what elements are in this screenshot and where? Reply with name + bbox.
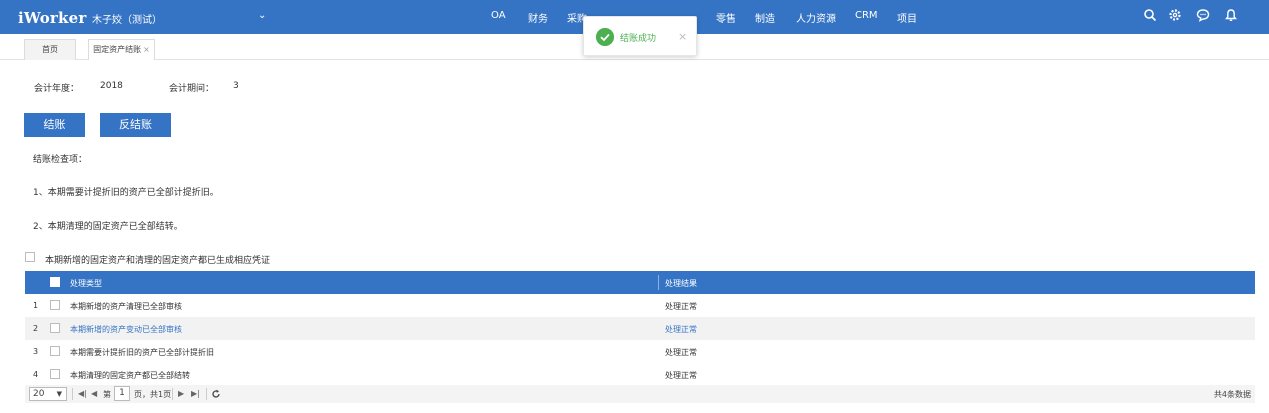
nav-item-oa[interactable]: OA	[491, 10, 506, 21]
success-toast: 结账成功 ×	[583, 16, 697, 56]
table-row[interactable]: 1 本期新增的资产清理已全部审核 处理正常	[25, 294, 1255, 317]
reverse-close-button[interactable]: 反结账	[100, 113, 171, 137]
year-value: 2018	[100, 81, 123, 91]
toast-message: 结账成功	[620, 34, 657, 44]
row-result: 处理正常	[665, 325, 697, 334]
close-account-button[interactable]: 结账	[24, 113, 85, 137]
caret-down-icon: ▼	[56, 390, 62, 398]
row-checkbox[interactable]	[50, 300, 60, 310]
column-divider[interactable]	[658, 275, 659, 290]
next-page-icon[interactable]: ▶	[178, 389, 184, 398]
table-row[interactable]: 3 本期需要计提折旧的资产已全部计提折旧 处理正常	[25, 340, 1255, 363]
check-circle-icon	[596, 28, 614, 46]
row-type: 本期新增的资产变动已全部审核	[70, 325, 182, 334]
year-label: 会计年度：	[34, 84, 80, 94]
toast-close-icon[interactable]: ×	[678, 30, 687, 43]
tab-label: 首页	[42, 45, 58, 54]
tab-close-icon[interactable]: ×	[143, 45, 150, 54]
bell-icon[interactable]	[1224, 8, 1238, 22]
page-size-value: 20	[33, 389, 45, 399]
period-label: 会计期间：	[169, 84, 215, 94]
row-checkbox[interactable]	[50, 369, 60, 379]
page-number-input[interactable]: 1	[114, 386, 130, 401]
row-type: 本期需要计提折旧的资产已全部计提折旧	[70, 348, 214, 357]
pager-separator	[72, 388, 73, 400]
row-result: 处理正常	[665, 371, 697, 380]
row-number: 4	[33, 370, 39, 379]
row-checkbox[interactable]	[50, 323, 60, 333]
pager-separator	[206, 388, 207, 400]
search-icon[interactable]	[1143, 8, 1157, 22]
nav-item-retail[interactable]: 零售	[716, 10, 736, 25]
table-row[interactable]: 2 本期新增的资产变动已全部审核 处理正常	[25, 317, 1255, 340]
pager: 20 ▼ ◀​| ◀ 第 1 页，共1页 ▶ ▶| 共4条数据	[25, 385, 1255, 403]
page-size-select[interactable]: 20 ▼	[29, 387, 67, 401]
row-type: 本期新增的资产清理已全部审核	[70, 302, 182, 311]
row-checkbox[interactable]	[50, 346, 60, 356]
column-header-result[interactable]: 处理结果	[665, 278, 697, 289]
column-header-type[interactable]: 处理类型	[70, 278, 102, 289]
row-number: 1	[33, 301, 39, 310]
prev-page-icon[interactable]: ◀	[91, 389, 97, 398]
period-value: 3	[233, 81, 239, 91]
select-all-checkbox[interactable]	[50, 277, 60, 287]
row-result: 处理正常	[665, 348, 697, 357]
grid-header: 处理类型 处理结果	[25, 271, 1255, 294]
row-result: 处理正常	[665, 302, 697, 311]
nav-item-finance[interactable]: 财务	[528, 10, 548, 25]
first-page-icon[interactable]: ◀​|	[78, 389, 87, 398]
nav-item-project[interactable]: 项目	[897, 10, 917, 25]
pager-separator	[172, 388, 173, 400]
table-row[interactable]: 4 本期清理的固定资产都已全部结转 处理正常	[25, 363, 1255, 385]
nav-item-manufacturing[interactable]: 制造	[755, 10, 775, 25]
check-item-2: 2、本期清理的固定资产已全部结转。	[33, 222, 183, 232]
nav-item-crm[interactable]: CRM	[855, 10, 878, 21]
tab-home[interactable]: 首页	[24, 39, 76, 60]
refresh-icon[interactable]	[211, 389, 221, 399]
tab-label: 固定资产结账	[93, 45, 142, 54]
chat-icon[interactable]	[1196, 8, 1210, 22]
voucher-label: 本期新增的固定资产和清理的固定资产都已生成相应凭证	[45, 256, 271, 266]
total-count: 共4条数据	[1213, 390, 1251, 399]
page-suffix: 页，共1页	[134, 390, 172, 399]
nav-item-hr[interactable]: 人力资源	[796, 10, 836, 25]
row-type: 本期清理的固定资产都已全部结转	[70, 371, 190, 380]
check-title: 结账检查项：	[33, 155, 88, 165]
page-prefix: 第	[103, 390, 111, 399]
row-number: 2	[33, 324, 39, 333]
tab-fixed-asset-closing[interactable]: 固定资产结账 ×	[88, 39, 155, 60]
gear-icon[interactable]	[1168, 8, 1182, 22]
check-item-1: 1、本期需要计提折旧的资产已全部计提折旧。	[33, 188, 219, 198]
last-page-icon[interactable]: ▶|	[191, 389, 200, 398]
row-number: 3	[33, 347, 39, 356]
voucher-checkbox[interactable]	[25, 252, 35, 262]
